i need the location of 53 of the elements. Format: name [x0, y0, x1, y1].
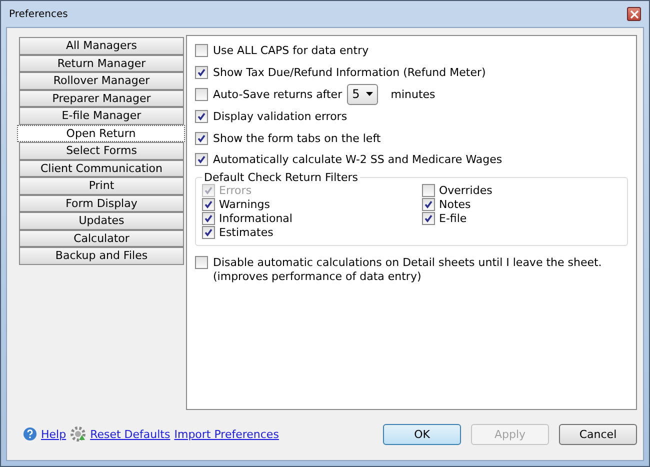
- import-preferences-link[interactable]: Import Preferences: [174, 428, 279, 440]
- filter-label: Overrides: [439, 184, 492, 198]
- checkbox[interactable]: [195, 153, 208, 166]
- dialog-button[interactable]: Cancel: [559, 424, 637, 444]
- nav-button[interactable]: E-file Manager: [19, 107, 184, 124]
- nav-button[interactable]: Print: [19, 177, 184, 194]
- minutes-dropdown[interactable]: 5: [347, 84, 378, 105]
- nav-button[interactable]: Calculator: [19, 230, 184, 247]
- nav-button[interactable]: Rollover Manager: [19, 72, 184, 90]
- filter-label: Notes: [439, 198, 471, 211]
- checkbox[interactable]: [195, 66, 208, 80]
- option-label: Show the form tabs on the left: [213, 132, 381, 145]
- option-label: Auto-Save returns after: [213, 88, 342, 101]
- checkbox[interactable]: [202, 226, 215, 239]
- caret-icon: [366, 92, 373, 96]
- checkbox[interactable]: [422, 198, 435, 211]
- nav-button[interactable]: Open Return: [17, 124, 185, 142]
- option-label: Disable automatic calculations on Detail sheets until I leave the sheet. (improves performance of data entry): [213, 256, 603, 284]
- help-link[interactable]: Help: [41, 428, 66, 440]
- reset-defaults-link[interactable]: Reset Defaults: [90, 428, 170, 440]
- filter-label: Estimates: [219, 226, 274, 239]
- option-label: Use ALL CAPS for data entry: [213, 44, 369, 58]
- nav-button[interactable]: Backup and Files: [19, 247, 184, 264]
- nav-button[interactable]: All Managers: [19, 37, 184, 54]
- gear-icon: [70, 426, 86, 442]
- filter-label: E-file: [439, 212, 467, 225]
- nav-button[interactable]: Return Manager: [19, 54, 184, 72]
- minutes-label: minutes: [390, 88, 436, 101]
- nav-button[interactable]: Updates: [19, 212, 184, 230]
- option-label: Show Tax Due/Refund Information (Refund Meter): [213, 66, 486, 80]
- checkbox[interactable]: [195, 132, 208, 145]
- option-label: Display validation errors: [213, 110, 348, 123]
- nav-button[interactable]: Select Forms: [19, 142, 184, 160]
- checkbox[interactable]: [422, 184, 435, 198]
- nav-button[interactable]: Form Display: [19, 194, 184, 212]
- checkbox[interactable]: [202, 212, 215, 225]
- checkbox[interactable]: [195, 110, 208, 123]
- help-icon[interactable]: [23, 427, 37, 441]
- window-title: Preferences: [9, 8, 68, 20]
- checkbox[interactable]: [202, 198, 215, 211]
- nav-button[interactable]: Client Communication: [19, 160, 184, 177]
- filter-label: Warnings: [219, 198, 270, 211]
- checkbox[interactable]: [195, 256, 208, 269]
- group-title: Default Check Return Filters: [203, 170, 359, 184]
- filter-label: Errors: [219, 184, 252, 198]
- checkbox[interactable]: [195, 88, 208, 101]
- filter-label: Informational: [219, 212, 292, 225]
- option-label: Automatically calculate W-2 SS and Medicare Wages: [213, 153, 502, 166]
- nav-button[interactable]: Preparer Manager: [19, 90, 184, 107]
- close-button[interactable]: [627, 7, 641, 21]
- checkbox[interactable]: [422, 212, 435, 225]
- dialog-button[interactable]: OK: [383, 424, 461, 444]
- checkbox[interactable]: [195, 44, 208, 58]
